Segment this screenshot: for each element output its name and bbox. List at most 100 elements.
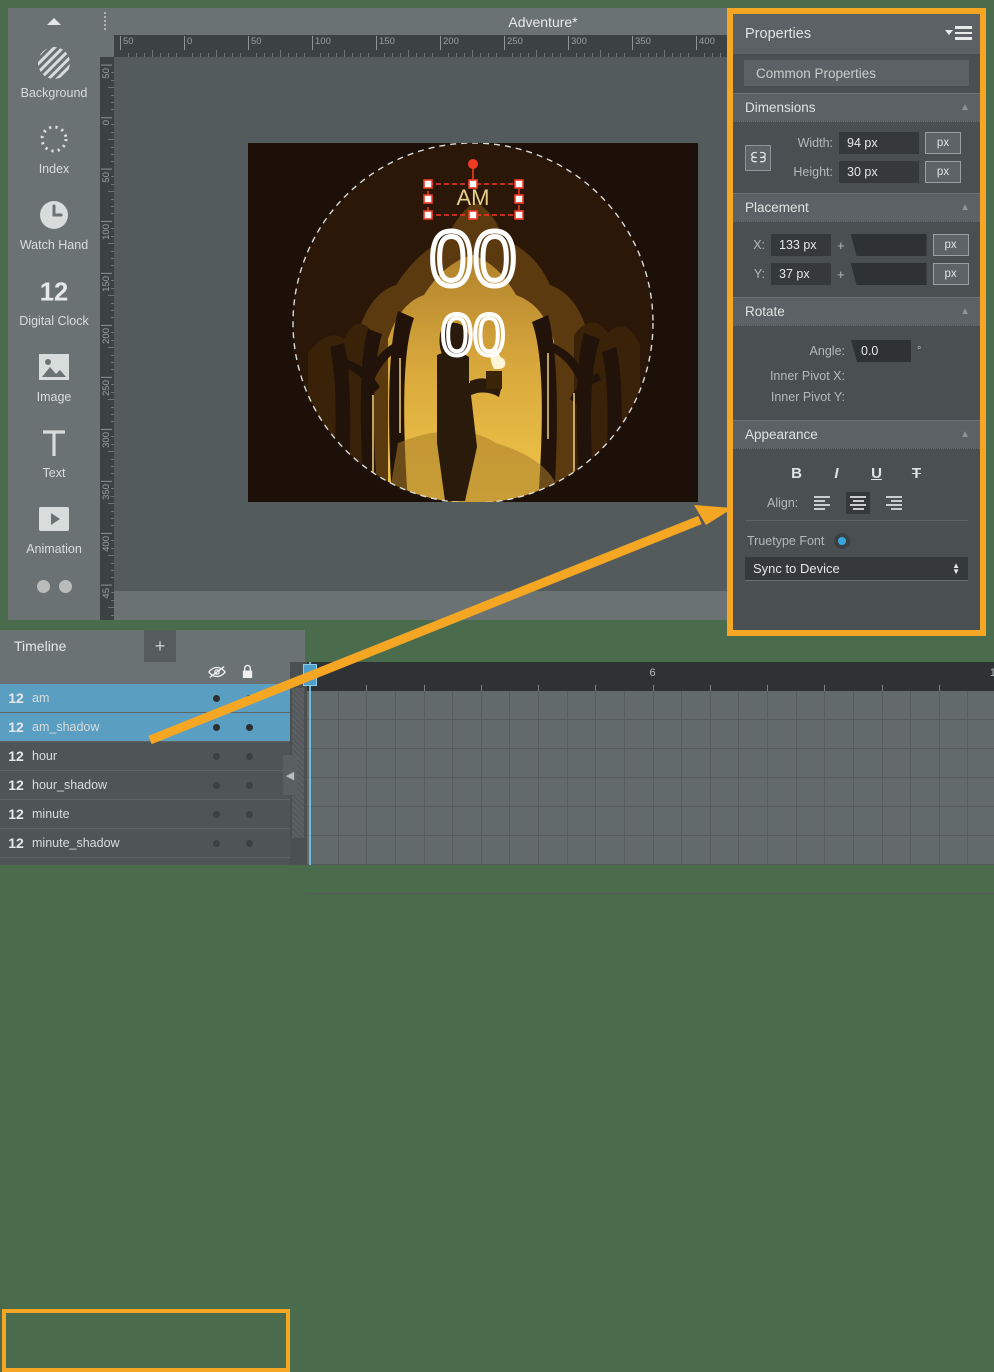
x-input[interactable]: 133 px [771, 234, 831, 256]
chevron-up-icon[interactable]: ▲ [960, 102, 970, 113]
sidebar-item-watch-hand[interactable]: Watch Hand [8, 186, 100, 262]
width-input[interactable]: 94 px [839, 132, 919, 154]
y-offset-input[interactable] [850, 263, 927, 285]
angle-label: Angle: [809, 344, 845, 358]
panel-grip-icon[interactable] [104, 12, 106, 31]
layer-lock-toggle[interactable] [246, 694, 253, 702]
ruler-label: 300 [568, 36, 587, 50]
layer-visibility-toggle[interactable] [213, 810, 220, 818]
align-right-button[interactable] [882, 492, 906, 514]
layer-lock-toggle[interactable] [246, 723, 253, 731]
width-unit-button[interactable]: px [925, 132, 961, 154]
ruler-label: 250 [101, 377, 112, 396]
table-row[interactable]: 12 hour_shadow [0, 771, 290, 800]
bold-button[interactable]: B [788, 465, 806, 482]
ruler-label: 50 [120, 36, 134, 50]
ruler-label: 100 [101, 221, 112, 240]
layer-visibility-toggle[interactable] [213, 839, 220, 847]
section-title-appearance: Appearance [745, 427, 818, 442]
inner-pivot-x-label: Inner Pivot X: [769, 369, 845, 383]
hatched-circle-icon [35, 44, 73, 82]
timeline-ruler[interactable]: 0 6 12 [306, 662, 994, 691]
watchface-artboard[interactable]: AM 00 00 [248, 142, 698, 504]
watchface-artwork: AM 00 00 [248, 142, 698, 504]
clock-icon [35, 196, 73, 234]
x-offset-input[interactable] [850, 234, 927, 256]
layer-name: minute_shadow [32, 836, 120, 850]
sidebar-item-digital-clock[interactable]: 12 Digital Clock [8, 262, 100, 338]
section-header-dimensions[interactable]: Dimensions ▲ [733, 93, 980, 121]
truetype-font-toggle[interactable] [834, 533, 851, 549]
layer-type-icon: 12 [8, 806, 24, 822]
ruler-label: 200 [101, 325, 112, 344]
table-row[interactable]: 12 hour [0, 742, 290, 771]
section-header-placement[interactable]: Placement ▲ [733, 193, 980, 221]
timeline-grid[interactable] [307, 691, 994, 894]
table-row[interactable]: 12 am [0, 684, 290, 713]
playhead[interactable]: 0 [303, 662, 317, 865]
font-sync-select[interactable]: Sync to Device ▲ ▼ [745, 557, 968, 581]
layer-lock-toggle[interactable] [246, 781, 253, 789]
layer-lock-toggle[interactable] [246, 839, 253, 847]
y-input[interactable]: 37 px [771, 263, 831, 285]
timeline-layer-list[interactable]: 12 am 12 am_shadow 12 hour 12 hour_shadow 12 minu… [0, 684, 290, 865]
svg-text:00: 00 [441, 303, 506, 368]
sidebar-item-index[interactable]: Index [8, 110, 100, 186]
width-label: Width: [797, 136, 833, 150]
sidebar-item-animation[interactable]: Animation [8, 490, 100, 566]
ruler-label: 150 [376, 36, 395, 50]
y-unit-button[interactable]: px [932, 263, 969, 285]
dashed-ring-icon [35, 120, 73, 158]
italic-button[interactable]: I [828, 465, 846, 482]
table-row[interactable]: 12 am_shadow [0, 713, 290, 742]
sidebar-collapse-button[interactable] [8, 8, 100, 34]
sidebar-item-label: Animation [26, 542, 82, 557]
layer-lock-toggle[interactable] [246, 810, 253, 818]
chevron-up-icon[interactable]: ▲ [960, 429, 970, 440]
sidebar-item-label: Background [20, 86, 88, 101]
layer-type-icon: 12 [8, 690, 24, 706]
ruler-label: 100 [312, 36, 331, 50]
ruler-label: 350 [632, 36, 651, 50]
angle-input[interactable]: 0.0 [851, 340, 911, 362]
link-dimensions-icon[interactable] [745, 144, 771, 171]
layer-visibility-toggle[interactable] [213, 694, 220, 702]
sidebar-item-image[interactable]: Image [8, 338, 100, 414]
inner-pivot-y-label: Inner Pivot Y: [770, 390, 845, 404]
hamburger-menu-icon[interactable] [945, 26, 972, 40]
layer-visibility-toggle[interactable] [213, 781, 220, 789]
tool-sidebar: Background Index Watch Hand 12 Digital Clock… [8, 8, 100, 620]
strikethrough-button[interactable]: T [908, 465, 926, 482]
align-left-button[interactable] [810, 492, 834, 514]
x-unit-button[interactable]: px [932, 234, 969, 256]
degree-symbol: ° [917, 345, 922, 357]
table-row[interactable]: 12 minute_shadow [0, 829, 290, 858]
lock-icon[interactable] [241, 664, 254, 682]
chevron-up-icon[interactable]: ▲ [960, 202, 970, 213]
layer-visibility-toggle[interactable] [213, 723, 220, 731]
section-header-rotate[interactable]: Rotate ▲ [733, 297, 980, 325]
chevron-down-icon [945, 30, 953, 36]
playhead-label[interactable]: 0 [303, 664, 317, 686]
add-layer-button[interactable]: + [144, 630, 176, 662]
layer-visibility-toggle[interactable] [213, 752, 220, 760]
height-unit-button[interactable]: px [925, 161, 961, 183]
layer-lock-toggle[interactable] [246, 752, 253, 760]
sidebar-item-background[interactable]: Background [8, 34, 100, 110]
sidebar-item-text[interactable]: Text [8, 414, 100, 490]
section-header-appearance[interactable]: Appearance ▲ [733, 420, 980, 448]
chevron-left-icon[interactable]: ◀ [283, 755, 297, 795]
layer-selection-highlight [2, 1309, 290, 1372]
12-glyph-icon: 12 [35, 272, 73, 310]
common-properties-tab[interactable]: Common Properties [744, 60, 969, 86]
sidebar-item-label: Watch Hand [19, 238, 89, 253]
two-dots-icon[interactable] [8, 566, 100, 593]
table-row[interactable]: 12 minute [0, 800, 290, 829]
svg-text:00: 00 [430, 214, 517, 302]
chevron-up-icon[interactable]: ▲ [960, 306, 970, 317]
eye-slash-icon[interactable] [208, 665, 226, 682]
page-title: Adventure* [508, 13, 578, 30]
align-center-button[interactable] [846, 492, 871, 514]
height-input[interactable]: 30 px [839, 161, 919, 183]
underline-button[interactable]: U [868, 465, 886, 482]
